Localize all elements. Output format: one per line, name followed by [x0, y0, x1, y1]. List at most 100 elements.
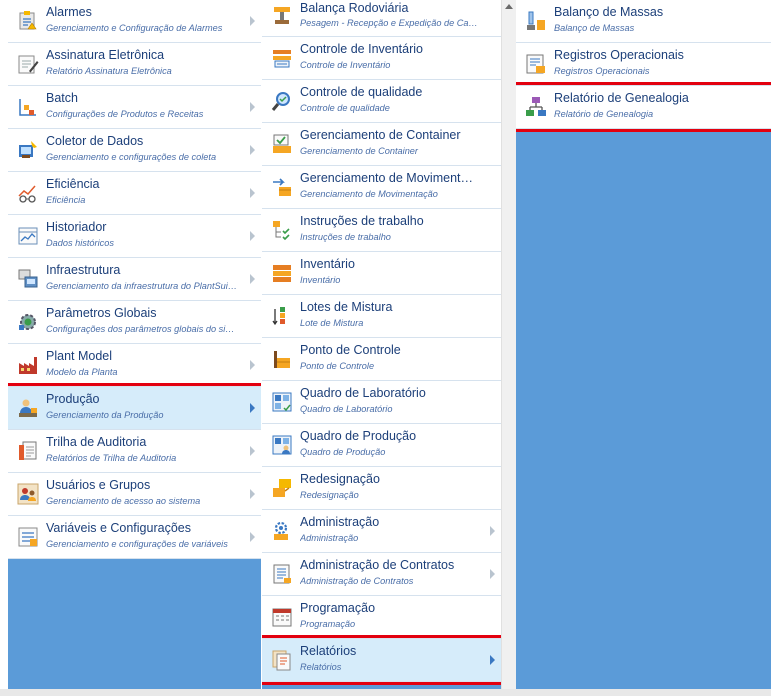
menu-item-label: Instruções de trabalho [300, 214, 424, 228]
alarm-icon [19, 11, 37, 30]
menu-item-infraestrutura[interactable]: Infraestrutura Gerenciamento da infraest… [8, 258, 261, 301]
menu-item-description: Instruções de trabalho [300, 232, 391, 242]
menu-item-description: Quadro de Produção [300, 447, 386, 457]
contracts-icon [273, 564, 291, 584]
menu-item-instrucoes-de-trabalho[interactable]: Instruções de trabalho Instruções de tra… [262, 209, 501, 252]
menu-item-label: Plant Model [46, 349, 113, 363]
menu-item-batch[interactable]: Batch Configurações de Produtos e Receit… [8, 86, 261, 129]
chevron-right-icon [490, 526, 495, 536]
menu-item-relatorio-de-genealogia[interactable]: Relatório de Genealogia Relatório de Gen… [516, 82, 771, 132]
schedule-icon [272, 608, 292, 627]
inventory-control-icon [273, 50, 291, 68]
menu-item-description: Balanço de Massas [554, 23, 635, 33]
menu-item-label: Controle de qualidade [300, 85, 423, 99]
menu-item-label: Trilha de Auditoria [46, 435, 147, 449]
checkpoint-icon [274, 351, 290, 368]
production-board-icon [272, 435, 292, 455]
menu-item-assinatura-eletronica[interactable]: Assinatura Eletrônica Relatório Assinatu… [8, 43, 261, 86]
admin-gear-icon [274, 521, 288, 540]
chevron-right-icon [250, 360, 255, 370]
menu-item-relatorios[interactable]: Relatórios Relatórios [262, 635, 501, 685]
menu-item-variaveis-e-configuracoes[interactable]: Variáveis e Configurações Gerenciamento … [8, 516, 261, 559]
menu-column-relatorios: Balanço de Massas Balanço de Massas Regi… [516, 0, 771, 689]
menu-item-description: Administração [300, 533, 359, 543]
users-groups-icon [17, 483, 39, 505]
menu-item-quadro-de-laboratorio[interactable]: Quadro de Laboratório Quadro de Laborató… [262, 381, 501, 424]
reassignment-icon [273, 479, 291, 497]
menu-item-balanco-de-massas[interactable]: Balanço de Massas Balanço de Massas [516, 0, 771, 43]
mass-balance-icon [527, 11, 545, 30]
truck-scale-icon [274, 7, 290, 24]
menu-item-description: Quadro de Laboratório [300, 404, 393, 414]
menu-item-label: Gerenciamento de Movimentação [300, 171, 479, 185]
menu-item-redesignacao[interactable]: Redesignação Redesignação [262, 467, 501, 510]
menu-item-label: Assinatura Eletrônica [46, 48, 165, 62]
menu-item-description: Gerenciamento da Produção [46, 410, 164, 420]
chevron-right-icon [250, 489, 255, 499]
menu-item-label: Coletor de Dados [46, 134, 144, 148]
menu-item-description: Gerenciamento de Container [300, 146, 418, 156]
quality-control-icon [271, 92, 290, 111]
chevron-right-icon [250, 102, 255, 112]
menu-item-label: Parâmetros Globais [46, 306, 157, 320]
menu-item-administracao[interactable]: Administração Administração [262, 510, 501, 553]
menu-item-controle-de-qualidade[interactable]: Controle de qualidade Controle de qualid… [262, 80, 501, 123]
signature-icon [18, 55, 39, 74]
menu-item-label: Usuários e Grupos [46, 478, 151, 492]
menu-item-plant-model[interactable]: Plant Model Modelo da Planta [8, 344, 261, 387]
menu-item-administracao-de-contratos[interactable]: Administração de Contratos Administração… [262, 553, 501, 596]
menu-item-controle-de-inventario[interactable]: Controle de Inventário Controle de Inven… [262, 37, 501, 80]
menu-item-coletor-de-dados[interactable]: Coletor de Dados Gerenciamento e configu… [8, 129, 261, 172]
menu-column-producao: Balança Rodoviária Pesagem - Recepção e … [262, 0, 501, 689]
menu-item-producao[interactable]: Produção Gerenciamento da Produção [8, 383, 261, 433]
mix-lots-icon [272, 307, 285, 326]
chevron-right-icon [250, 274, 255, 284]
menu-item-inventario[interactable]: Inventário Inventário [262, 252, 501, 295]
menu-item-ponto-de-controle[interactable]: Ponto de Controle Ponto de Controle [262, 338, 501, 381]
infrastructure-icon [18, 269, 38, 288]
bottom-edge [0, 689, 771, 696]
menu-item-gerenciamento-de-movimentacao[interactable]: Gerenciamento de Movimentação Gerenciame… [262, 166, 501, 209]
menu-item-lotes-de-mistura[interactable]: Lotes de Mistura Lote de Mistura [262, 295, 501, 338]
container-icon [273, 134, 291, 153]
menu-item-description: Configurações de Produtos e Receitas [46, 109, 204, 119]
production-icon [19, 399, 37, 417]
scrollbar-thumb[interactable] [504, 20, 514, 680]
menu-item-label: Quadro de Laboratório [300, 386, 426, 400]
menu-item-label: Historiador [46, 220, 107, 234]
menu-item-alarmes[interactable]: Alarmes Gerenciamento e Configuração de … [8, 0, 261, 43]
menu-item-description: Programação [300, 619, 356, 629]
operational-records-icon [526, 54, 545, 74]
menu-item-description: Redesignação [300, 490, 359, 500]
menu-item-programacao[interactable]: Programação Programação [262, 596, 501, 639]
menu-column-modules: Alarmes Gerenciamento e Configuração de … [8, 0, 261, 689]
menu-item-label: Administração de Contratos [300, 558, 455, 572]
menu-item-historiador[interactable]: Historiador Dados históricos [8, 215, 261, 258]
menu-item-description: Gerenciamento e configurações de variáve… [46, 539, 228, 549]
menu-item-label: Gerenciamento de Container [300, 128, 461, 142]
scroll-up-arrow-icon[interactable] [505, 4, 513, 9]
menu-item-label: Balanço de Massas [554, 5, 664, 19]
menu-item-eficiencia[interactable]: Eficiência Eficiência [8, 172, 261, 215]
menu-item-description: Dados históricos [46, 238, 114, 248]
menu-item-gerenciamento-de-container[interactable]: Gerenciamento de Container Gerenciamento… [262, 123, 501, 166]
menu-item-label: Registros Operacionais [554, 48, 684, 62]
menu-item-label: Balança Rodoviária [300, 1, 409, 15]
menu-item-parametros-globais[interactable]: Parâmetros Globais Configurações dos par… [8, 301, 261, 344]
menu-item-registros-operacionais[interactable]: Registros Operacionais Registros Operaci… [516, 43, 771, 86]
vertical-scrollbar[interactable] [501, 0, 517, 689]
menu-item-label: Programação [300, 601, 376, 615]
menu-item-description: Modelo da Planta [46, 367, 118, 377]
menu-item-description: Configurações dos parâmetros globais do … [46, 324, 239, 334]
menu-item-quadro-de-producao[interactable]: Quadro de Produção Quadro de Produção [262, 424, 501, 467]
variables-icon [18, 527, 38, 547]
menu-item-description: Controle de qualidade [300, 103, 390, 113]
menu-item-description: Pesagem - Recepção e Expedição de Caminh… [300, 18, 479, 28]
menu-item-label: Controle de Inventário [300, 42, 423, 56]
menu-item-label: Quadro de Produção [300, 429, 417, 443]
menu-item-balanca-rodoviaria[interactable]: Balança Rodoviária Pesagem - Recepção e … [262, 0, 501, 37]
menu-item-description: Ponto de Controle [300, 361, 375, 371]
menu-item-usuarios-e-grupos[interactable]: Usuários e Grupos Gerenciamento de acess… [8, 473, 261, 516]
menu-item-trilha-de-auditoria[interactable]: Trilha de Auditoria Relatórios de Trilha… [8, 430, 261, 473]
menu-item-description: Lote de Mistura [300, 318, 364, 328]
